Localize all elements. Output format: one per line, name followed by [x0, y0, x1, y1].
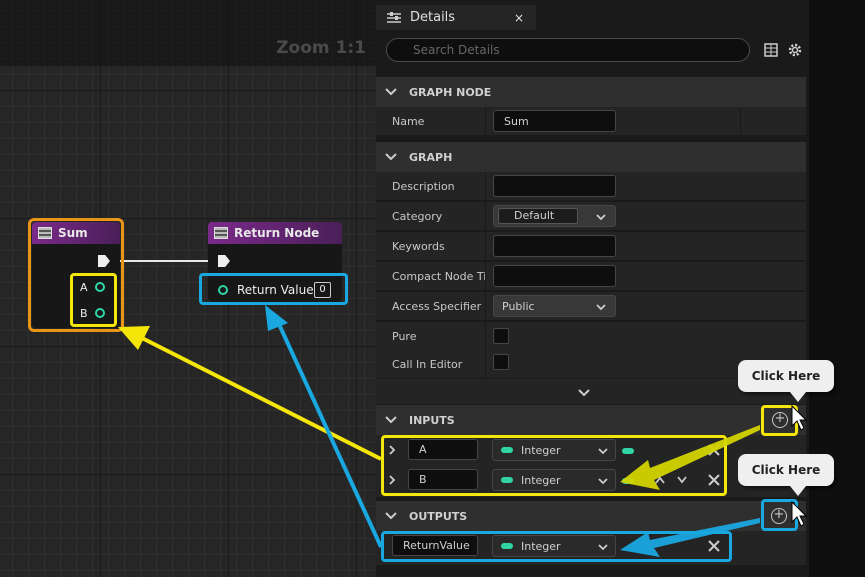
details-tab-label: Details — [410, 10, 456, 25]
compact-title-field[interactable] — [493, 265, 616, 287]
chevron-down-icon — [385, 153, 397, 161]
inputs-highlight — [381, 435, 727, 496]
sum-pins-highlight — [70, 273, 117, 327]
compact-title-label: Compact Node Ti — [392, 270, 487, 283]
description-label: Description — [392, 180, 455, 193]
table-view-icon[interactable] — [764, 43, 778, 57]
section-inputs[interactable]: INPUTS — [376, 405, 806, 435]
function-icon — [214, 227, 228, 239]
call-in-editor-label: Call In Editor — [392, 358, 463, 371]
return-node-title: Return Node — [234, 226, 320, 240]
add-input-button[interactable]: + — [772, 412, 788, 428]
function-icon — [38, 227, 52, 239]
chevron-down-icon — [596, 214, 606, 221]
row-pure: Pure — [376, 322, 806, 351]
keywords-label: Keywords — [392, 240, 445, 253]
access-specifier-label: Access Specifier — [392, 300, 482, 313]
close-icon[interactable]: × — [514, 11, 524, 25]
sum-node-header[interactable]: Sum — [32, 222, 120, 244]
row-category: Category Default — [376, 202, 806, 231]
call-in-editor-checkbox[interactable] — [493, 354, 509, 370]
chevron-down-icon — [596, 304, 606, 311]
return-value-label: Return Value — [237, 283, 314, 297]
keywords-field[interactable] — [493, 235, 616, 257]
return-value-field[interactable]: 0 — [314, 282, 331, 298]
return-exec-in-pin[interactable] — [218, 255, 230, 267]
chevron-down-icon — [385, 88, 397, 96]
row-keywords: Keywords — [376, 232, 806, 261]
name-field[interactable]: Sum — [493, 110, 616, 132]
graph-editor-canvas[interactable]: Zoom 1:1 Sum A B Return Node Return Valu… — [0, 0, 376, 577]
sum-node-title: Sum — [58, 226, 88, 240]
outputs-highlight — [381, 531, 732, 562]
description-field[interactable] — [493, 175, 616, 197]
pure-label: Pure — [392, 330, 417, 343]
row-description: Description — [376, 172, 806, 201]
section-graph-label: GRAPH — [409, 150, 453, 164]
gear-icon[interactable] — [787, 42, 803, 58]
section-outputs-label: OUTPUTS — [409, 509, 468, 523]
section-outputs[interactable]: OUTPUTS — [376, 501, 806, 531]
row-compact-title: Compact Node Ti — [376, 262, 806, 291]
chevron-down-icon — [385, 512, 397, 520]
name-label: Name — [392, 115, 425, 128]
chevron-down-icon — [385, 416, 397, 424]
add-output-button[interactable]: + — [771, 508, 787, 524]
category-dropdown[interactable]: Default — [493, 205, 616, 227]
access-specifier-value: Public — [502, 299, 535, 313]
section-graph-node[interactable]: GRAPH NODE — [376, 77, 806, 107]
chevron-down-icon — [578, 389, 590, 397]
pure-checkbox[interactable] — [493, 328, 509, 344]
details-icon — [387, 11, 401, 23]
return-node-header[interactable]: Return Node — [208, 222, 342, 244]
category-label: Category — [392, 210, 443, 223]
click-here-callout-top: Click Here — [738, 360, 834, 402]
access-specifier-dropdown[interactable]: Public — [493, 295, 616, 317]
sum-exec-out-pin[interactable] — [98, 255, 110, 267]
row-name: Name Sum — [376, 107, 806, 136]
section-inputs-label: INPUTS — [409, 413, 455, 427]
section-graph[interactable]: GRAPH — [376, 142, 806, 172]
details-tab[interactable]: Details × — [376, 5, 536, 30]
search-input[interactable]: Search Details — [386, 38, 750, 62]
return-value-pin-icon[interactable] — [218, 285, 228, 295]
details-panel: Details × Search Details GRAPH NODE Name… — [376, 0, 809, 577]
section-graph-node-label: GRAPH NODE — [409, 85, 492, 99]
category-value: Default — [498, 208, 578, 224]
click-here-callout-bottom: Click Here — [738, 454, 834, 496]
row-access-specifier: Access Specifier Public — [376, 292, 806, 321]
